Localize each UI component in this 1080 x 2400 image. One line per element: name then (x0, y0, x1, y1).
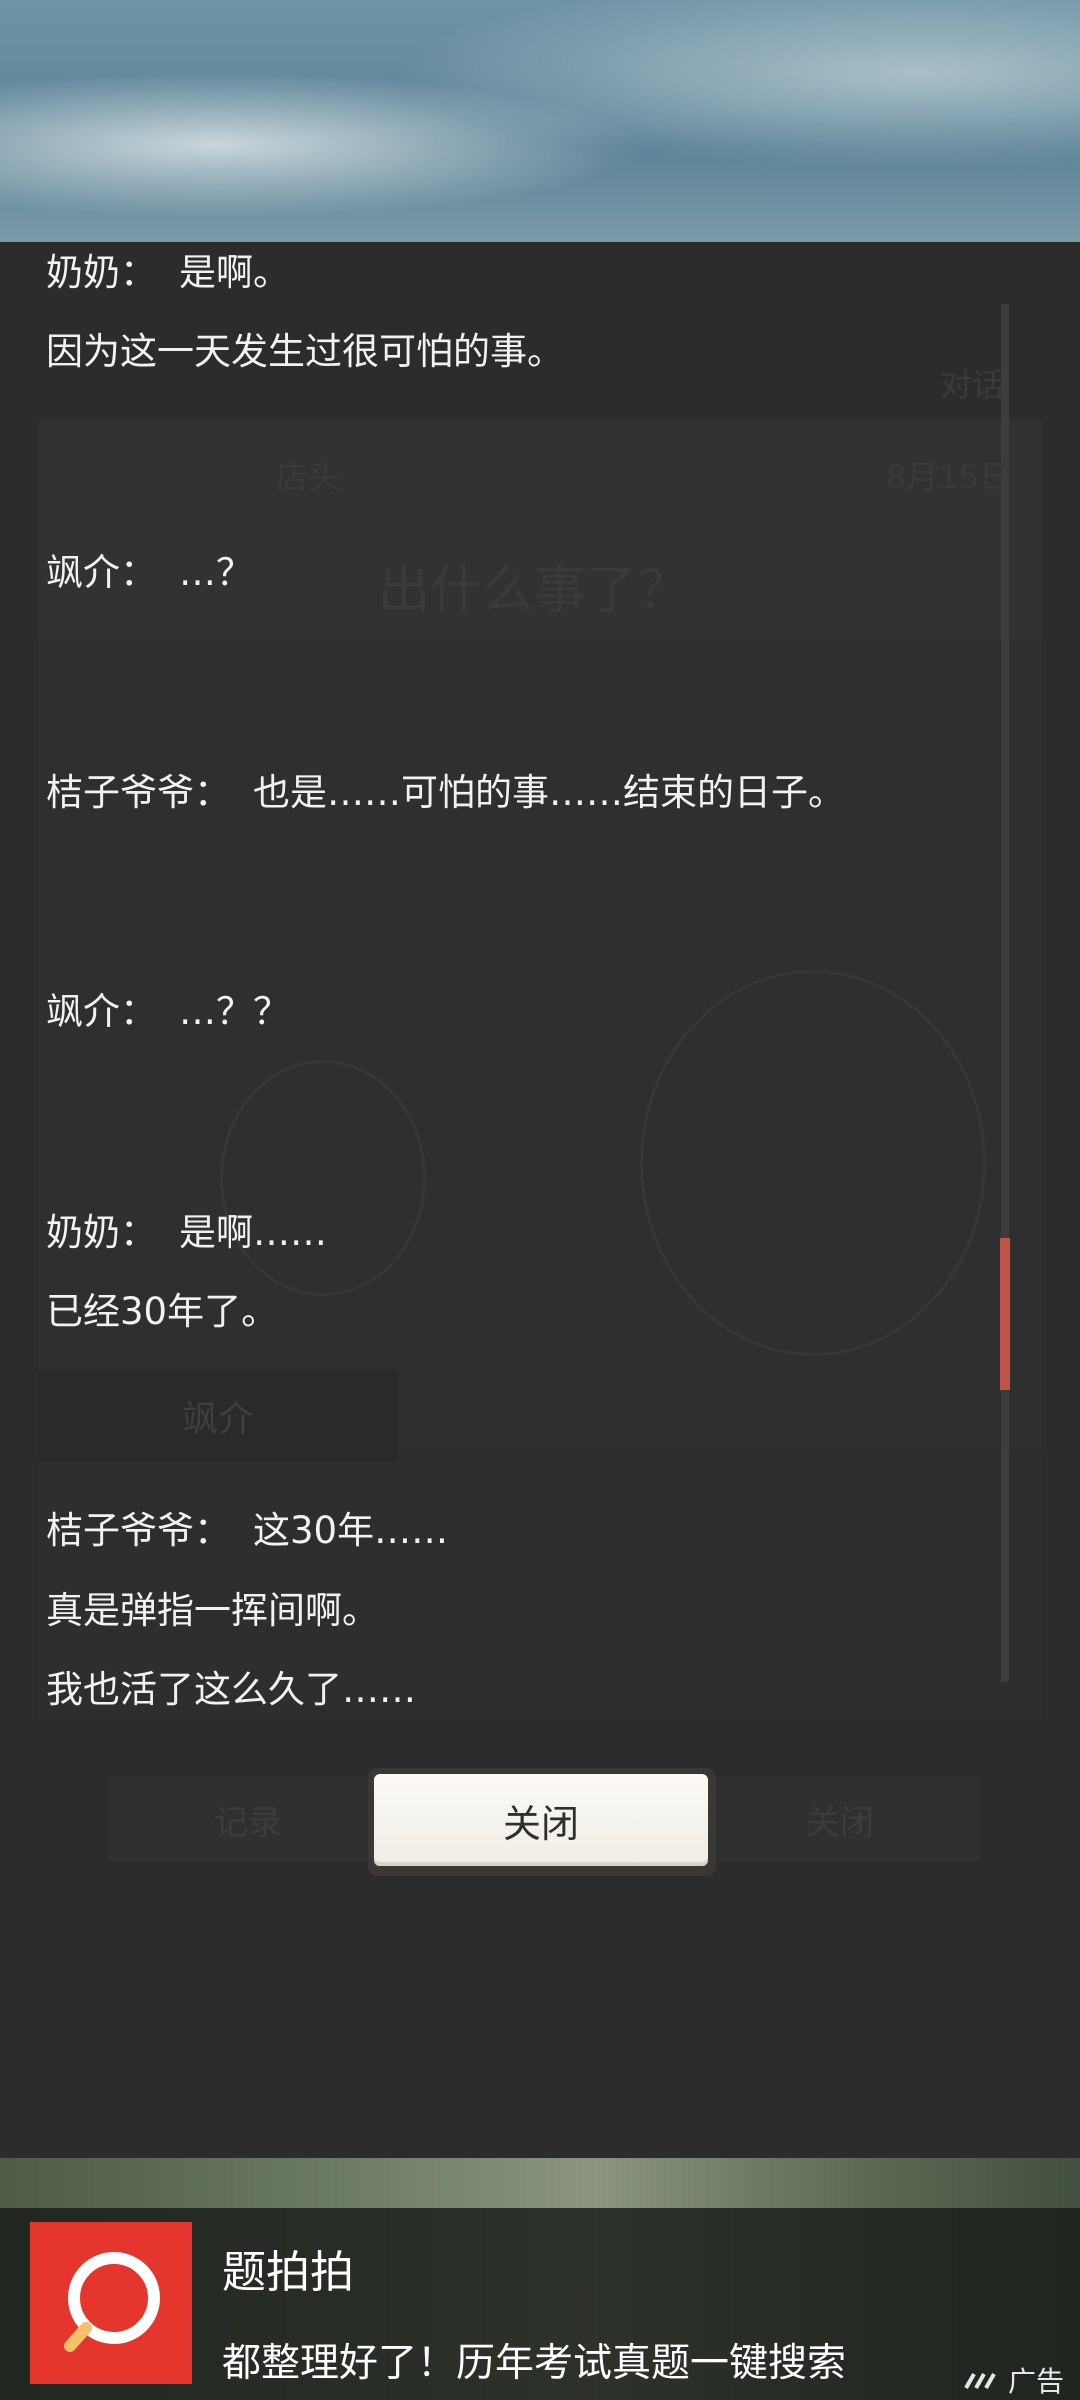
log-line: 飒介： …？ (46, 554, 253, 591)
log-line: 飒介： …？？ (46, 993, 290, 1030)
line-text: 已经30年了。 (46, 1290, 279, 1333)
speaker-name: 飒介： (46, 990, 157, 1033)
ad-tag: 广告 (962, 2360, 1064, 2400)
background-sky (0, 0, 1080, 242)
background-log-button: 记录 (108, 1776, 388, 1862)
background-tab-label: 对话 (940, 366, 1005, 404)
line-text: 真是弹指一挥间啊。 (46, 1589, 379, 1632)
log-line: 桔子爷爷： 这30年…… (46, 1512, 448, 1549)
close-button[interactable]: 关闭 (374, 1774, 708, 1866)
background-grandpa-face (640, 970, 986, 1356)
speaker-name: 桔子爷爷： (46, 1509, 231, 1552)
line-text: …？ (179, 551, 253, 594)
line-text: 这30年…… (253, 1509, 449, 1552)
log-line: 我也活了这么久了…… (46, 1671, 416, 1708)
background-location: 店头 (276, 458, 341, 496)
ad-description[interactable]: 都整理好了！历年考试真题一键搜索 (222, 2332, 846, 2388)
ad-logo-icon (964, 2373, 996, 2389)
search-magnifier-icon[interactable] (30, 2222, 192, 2384)
line-text: 是啊…… (179, 1211, 327, 1254)
log-line: 真是弹指一挥间啊。 (46, 1592, 379, 1629)
speaker-name: 奶奶： (46, 251, 157, 294)
background-close-button: 关闭 (700, 1776, 980, 1862)
log-scrollbar-thumb[interactable] (1000, 1238, 1010, 1390)
line-text: …？？ (179, 990, 290, 1033)
log-scrollbar-track[interactable] (1001, 304, 1009, 1682)
line-text: 我也活了这么久了…… (46, 1668, 416, 1711)
log-line: 桔子爷爷： 也是……可怕的事……结束的日子。 (46, 774, 845, 811)
line-text: 也是……可怕的事……结束的日子。 (253, 771, 845, 814)
log-line: 奶奶： 是啊。 (46, 254, 290, 291)
background-boy-face (220, 1060, 426, 1296)
speaker-name: 飒介： (46, 551, 157, 594)
ad-title[interactable]: 题拍拍 (222, 2236, 354, 2300)
background-date: 8月15日 (886, 458, 1012, 496)
log-line: 因为这一天发生过很可怕的事。 (46, 333, 564, 370)
line-text: 是啊。 (179, 251, 290, 294)
log-line: 已经30年了。 (46, 1293, 278, 1330)
log-line: 奶奶： 是啊…… (46, 1214, 327, 1251)
ad-tag-label: 广告 (1008, 2365, 1065, 2398)
background-name-plate: 飒介 (38, 1370, 398, 1462)
speaker-name: 桔子爷爷： (46, 771, 231, 814)
background-question: 出什么事了？ (378, 561, 691, 621)
speaker-name: 奶奶： (46, 1211, 157, 1254)
line-text: 因为这一天发生过很可怕的事。 (46, 330, 564, 373)
